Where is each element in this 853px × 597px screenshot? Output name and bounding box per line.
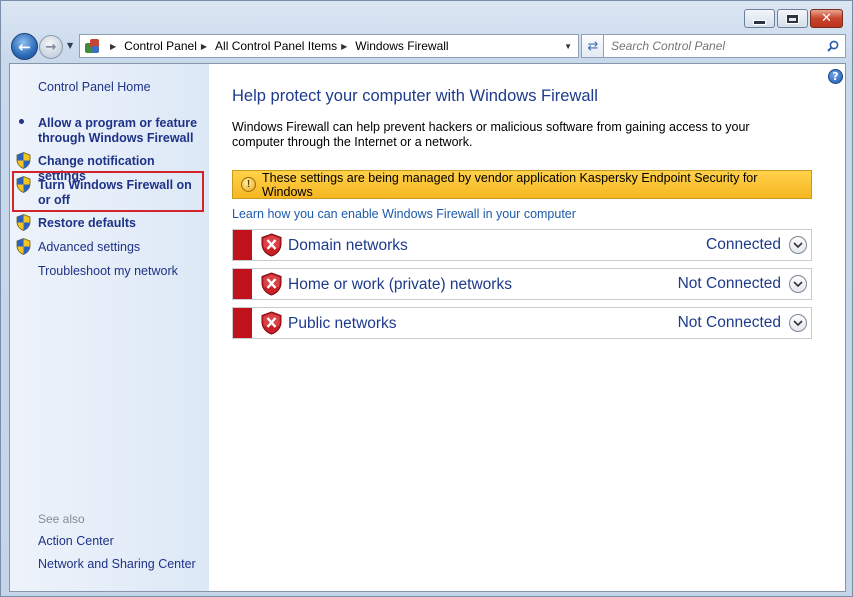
control-panel-home-link[interactable]: Control Panel Home — [38, 80, 151, 94]
recent-pages-dropdown[interactable]: ▼ — [67, 41, 73, 50]
bullet-icon — [19, 119, 24, 124]
refresh-icon: ⇄ — [587, 38, 599, 54]
network-status: Connected — [706, 236, 781, 253]
breadcrumb-windows-firewall[interactable]: Windows Firewall — [355, 39, 448, 53]
shield-error-icon — [261, 233, 282, 257]
expand-chevron-icon[interactable] — [789, 275, 807, 293]
close-icon: ✕ — [821, 11, 832, 26]
network-name: Domain networks — [288, 237, 408, 254]
maximize-icon — [786, 13, 799, 24]
breadcrumb-separator-icon[interactable]: ▶ — [110, 42, 116, 51]
search-box — [603, 34, 846, 58]
search-icon[interactable] — [827, 40, 839, 52]
managed-settings-banner: ! These settings are being managed by ve… — [232, 170, 812, 199]
uac-shield-icon — [16, 214, 31, 231]
uac-shield-icon — [16, 238, 31, 255]
status-bar-red — [233, 308, 252, 338]
shield-error-icon — [261, 272, 282, 296]
advanced-settings-link[interactable]: Advanced settings — [38, 240, 140, 254]
maximize-button[interactable] — [777, 9, 808, 28]
firewall-window: ✕ ← → ▼ ▶ Control Panel ▶ All Control Pa… — [0, 0, 853, 597]
network-status: Not Connected — [677, 314, 781, 331]
warning-text: These settings are being managed by vend… — [261, 170, 758, 199]
restore-defaults-link[interactable]: Restore defaults — [38, 216, 204, 231]
task-pane: Control Panel Home Allow a program or fe… — [10, 64, 209, 591]
navigation-bar: ← → ▼ ▶ Control Panel ▶ All Control Pane… — [9, 32, 846, 60]
breadcrumb-separator-icon[interactable]: ▶ — [201, 42, 207, 51]
network-name: Public networks — [288, 315, 397, 332]
back-arrow-icon: ← — [18, 37, 31, 56]
expand-chevron-icon[interactable] — [789, 314, 807, 332]
page-title: Help protect your computer with Windows … — [232, 87, 598, 105]
content-area: Control Panel Home Allow a program or fe… — [9, 63, 846, 592]
network-name: Home or work (private) networks — [288, 276, 512, 293]
network-row-private[interactable]: Home or work (private) networks Not Conn… — [232, 268, 812, 300]
address-bar[interactable]: ▶ Control Panel ▶ All Control Panel Item… — [79, 34, 579, 58]
back-button[interactable]: ← — [11, 33, 38, 60]
close-button[interactable]: ✕ — [810, 9, 843, 28]
highlight-annotation — [12, 171, 204, 212]
control-panel-icon — [84, 38, 100, 54]
warning-shield-icon: ! — [241, 177, 256, 192]
forward-button[interactable]: → — [39, 35, 63, 59]
breadcrumb-separator-icon[interactable]: ▶ — [341, 42, 347, 51]
page-description: Windows Firewall can help prevent hacker… — [232, 120, 750, 149]
forward-arrow-icon: → — [45, 39, 57, 55]
refresh-button[interactable]: ⇄ — [581, 34, 605, 58]
minimize-button[interactable] — [744, 9, 775, 28]
troubleshoot-network-link[interactable]: Troubleshoot my network — [38, 264, 178, 278]
network-row-domain[interactable]: Domain networks Connected — [232, 229, 812, 261]
breadcrumb-all-items[interactable]: All Control Panel Items — [215, 39, 337, 53]
action-center-link[interactable]: Action Center — [38, 534, 114, 548]
uac-shield-icon — [16, 152, 31, 169]
network-row-public[interactable]: Public networks Not Connected — [232, 307, 812, 339]
status-bar-red — [233, 230, 252, 260]
network-status: Not Connected — [677, 275, 781, 292]
expand-chevron-icon[interactable] — [789, 236, 807, 254]
address-dropdown-icon[interactable]: ▼ — [564, 42, 572, 51]
status-bar-red — [233, 269, 252, 299]
main-pane: ? Help protect your computer with Window… — [209, 64, 845, 591]
help-icon[interactable]: ? — [828, 69, 843, 84]
minimize-icon — [753, 19, 766, 25]
learn-enable-firewall-link[interactable]: Learn how you can enable Windows Firewal… — [232, 207, 576, 221]
caption-buttons: ✕ — [744, 9, 843, 28]
allow-program-link[interactable]: Allow a program or feature through Windo… — [38, 116, 204, 146]
network-sharing-center-link[interactable]: Network and Sharing Center — [38, 557, 196, 571]
breadcrumb-control-panel[interactable]: Control Panel — [124, 39, 197, 53]
search-input[interactable] — [611, 39, 811, 53]
shield-error-icon — [261, 311, 282, 335]
see-also-heading: See also — [38, 512, 85, 526]
